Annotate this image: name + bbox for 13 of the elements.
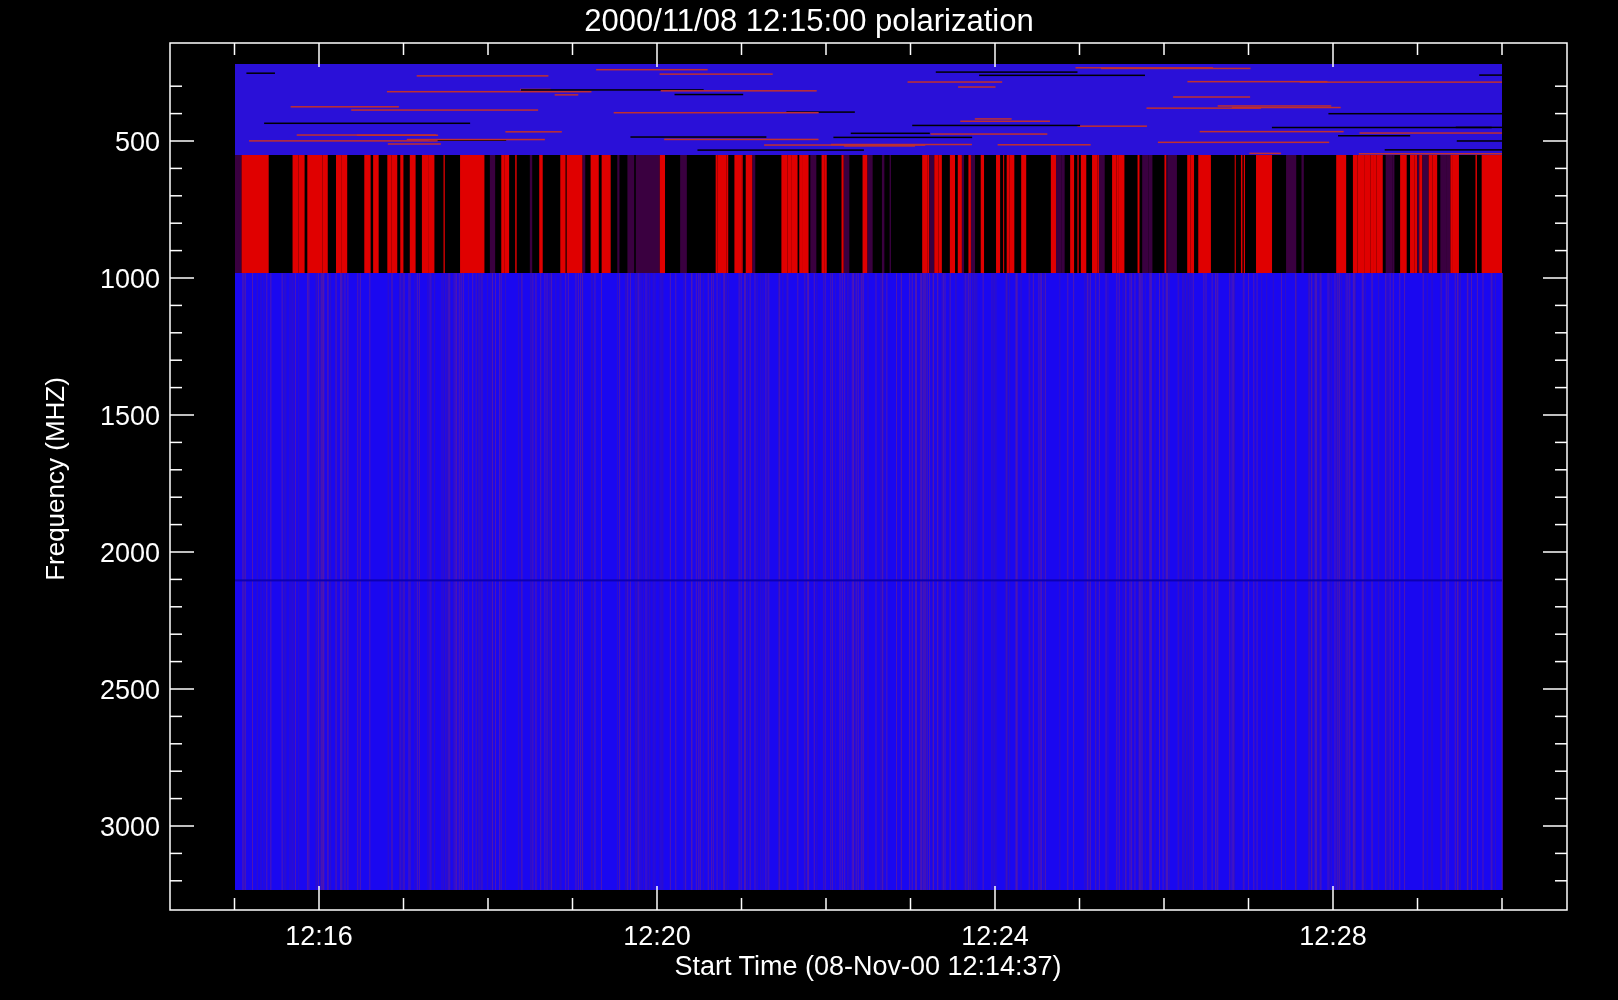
- y-tick-label: 500: [114, 127, 160, 157]
- x-tick-label: 12:28: [1299, 921, 1367, 951]
- y-tick-label: 3000: [99, 812, 160, 842]
- y-tick-label: 2500: [99, 675, 160, 705]
- y-tick-label: 2000: [99, 538, 160, 568]
- y-axis-label: Frequency (MHZ): [40, 377, 70, 581]
- y-tick-label: 1500: [99, 401, 160, 431]
- x-tick-label: 12:20: [623, 921, 691, 951]
- x-axis-label: Start Time (08-Nov-00 12:14:37): [674, 951, 1062, 981]
- x-tick-label: 12:16: [285, 921, 353, 951]
- x-tick-label: 12:24: [961, 921, 1029, 951]
- y-tick-label: 1000: [99, 264, 160, 294]
- plot-title: 2000/11/08 12:15:00 polarization: [584, 3, 1034, 38]
